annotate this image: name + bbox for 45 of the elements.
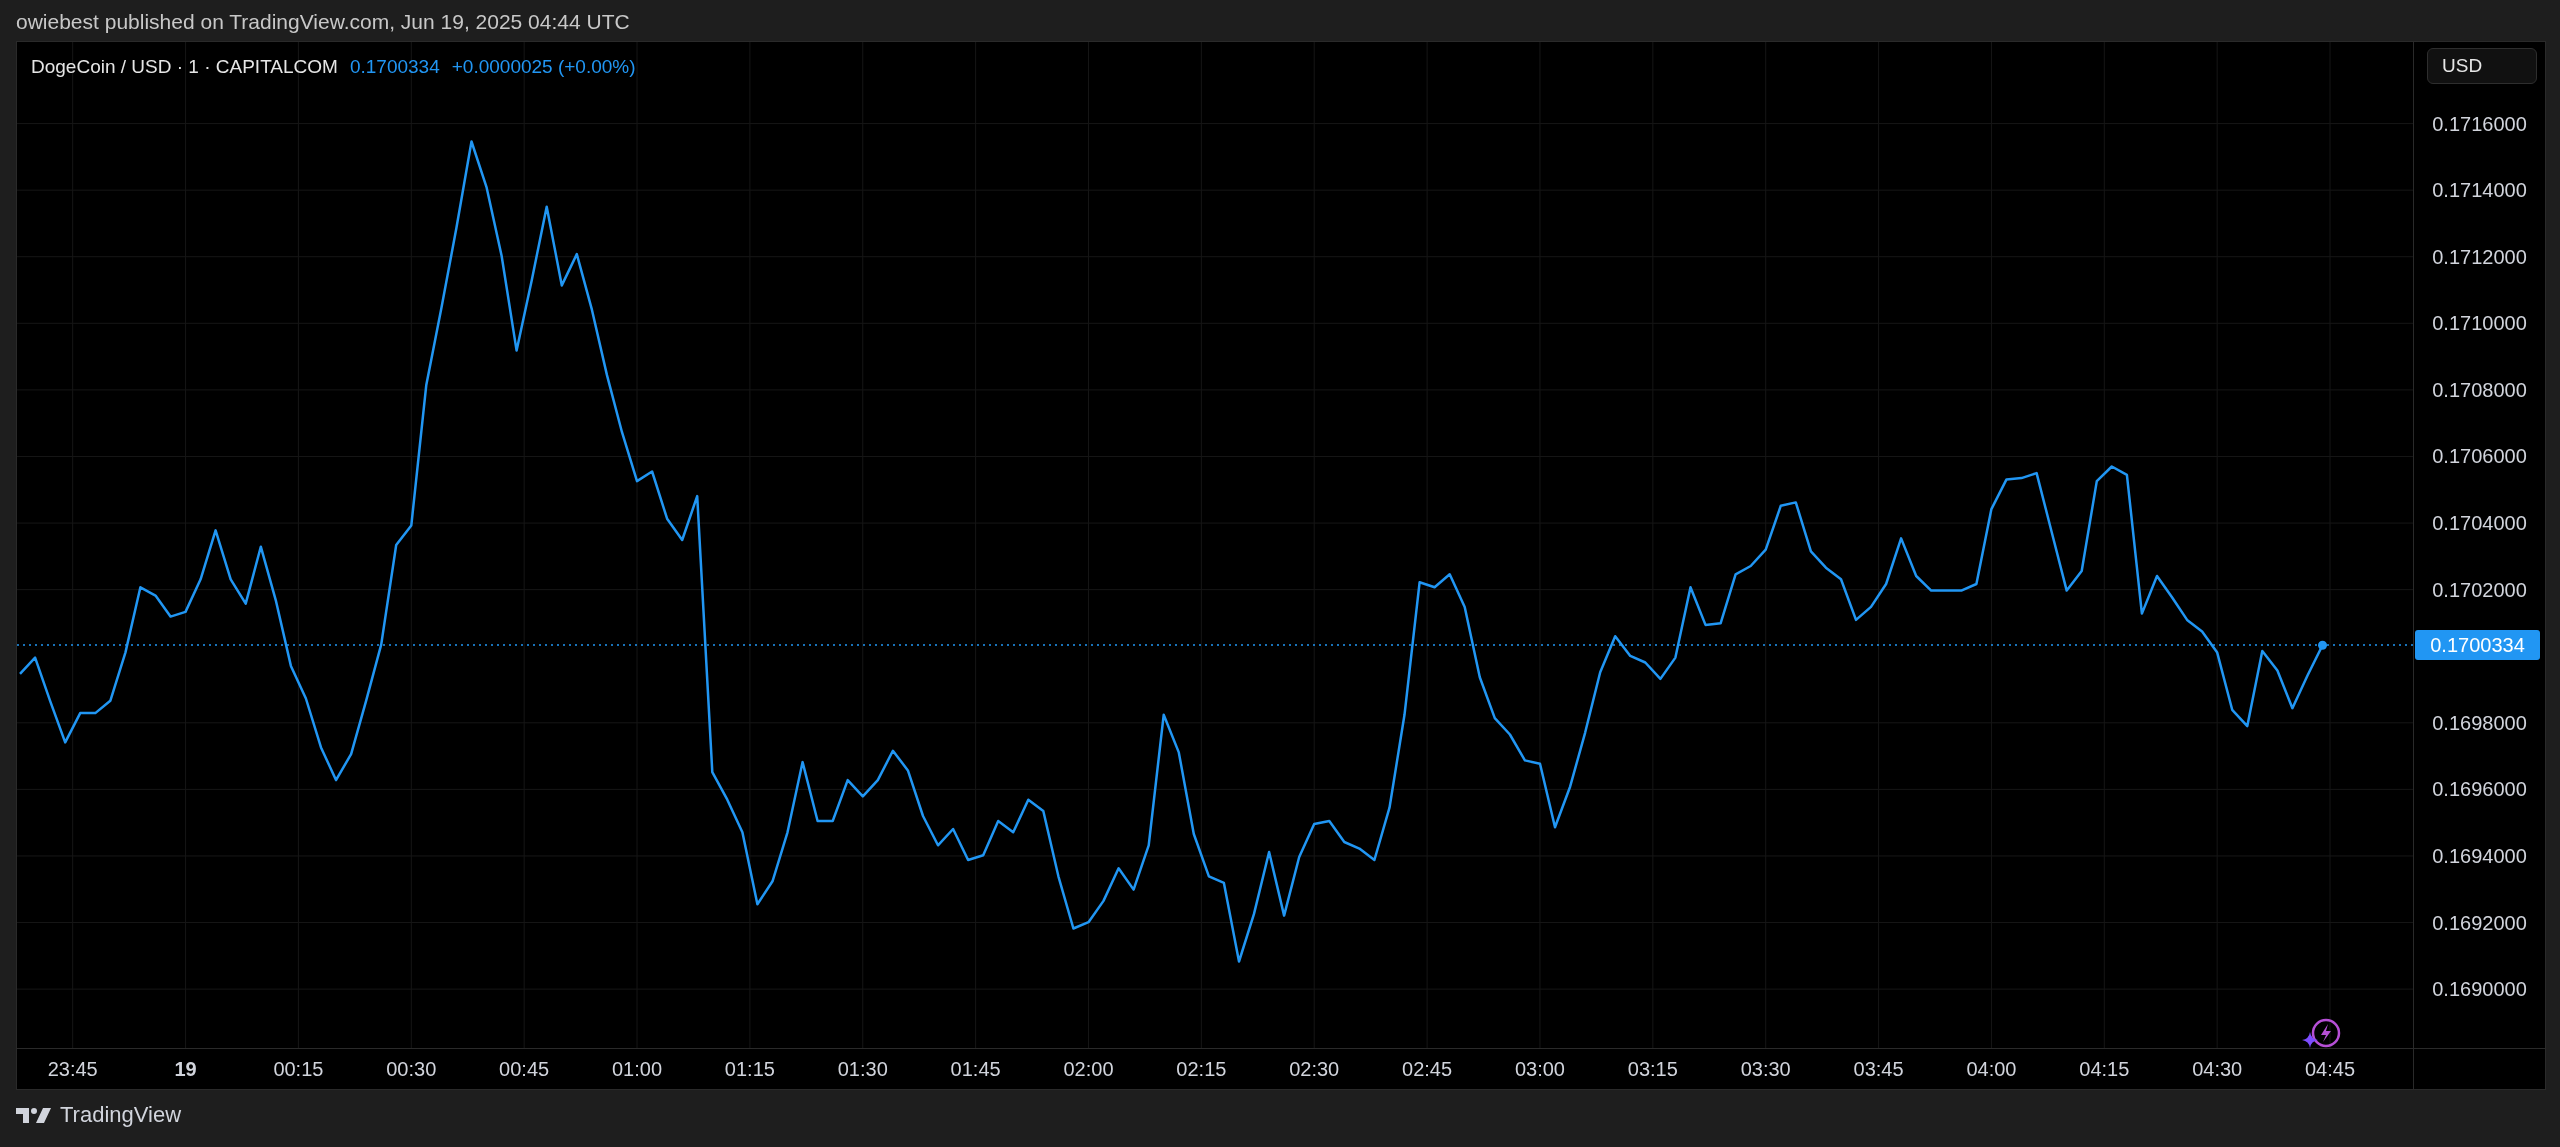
time-axis-label: 01:15 [724,1058,775,1080]
price-tag: 0.1700334 [2415,630,2540,661]
time-axis-label: 02:15 [1176,1058,1227,1080]
price-axis-label: 0.1704000 [2432,512,2527,535]
ref-line-label: 0.1700334 [2430,634,2525,657]
price-axis-label: 0.1692000 [2432,911,2527,934]
last-price-dot [2318,640,2327,650]
time-axis-label: 01:30 [837,1058,888,1080]
price-axis-label: 0.1698000 [2432,711,2527,734]
time-axis-label: 19 [174,1058,197,1080]
price-axis-label: 0.1690000 [2432,978,2527,1001]
time-axis-label: 00:15 [273,1058,324,1080]
price-axis-label: 0.1696000 [2432,778,2527,801]
time-axis-label: 04:00 [1966,1058,2017,1080]
price-axis-label: 0.1702000 [2432,578,2527,601]
price-change-text: +0.0000025 (+0.00%) [451,56,636,78]
time-axis-label: 02:00 [1063,1058,1114,1080]
price-axis-label: 0.1708000 [2432,378,2527,401]
time-axis-label: 03:45 [1853,1058,1904,1080]
currency-button[interactable]: USD [2427,48,2537,84]
time-axis-label: 04:45 [2305,1058,2356,1080]
price-axis-label: 0.1712000 [2432,245,2527,268]
price-axis-label: 0.1710000 [2432,312,2527,335]
last-price-text: 0.1700334 [349,56,440,78]
symbol-title: DogeCoin / USD · 1 · CAPITALCOM [31,56,338,78]
price-axis-label: 0.1706000 [2432,445,2527,468]
brand-name: TradingView [60,1102,182,1128]
price-axis-label: 0.1716000 [2432,112,2527,135]
price-axis-label: 0.1694000 [2432,844,2527,867]
time-axis-label: 01:45 [950,1058,1001,1080]
sparkle-lightning-icon[interactable] [2302,1018,2341,1048]
time-axis-label: 04:15 [2079,1058,2130,1080]
time-axis-label: 03:00 [1514,1058,1565,1080]
time-axis-label: 23:45 [47,1058,98,1080]
price-axis-label: 0.1714000 [2432,179,2527,202]
time-axis-label: 00:45 [499,1058,550,1080]
time-axis-label: 02:30 [1289,1058,1340,1080]
logo-icon [16,1105,52,1125]
time-axis-label: 04:30 [2192,1058,2243,1080]
time-axis-label: 03:15 [1627,1058,1678,1080]
time-axis-label: 02:45 [1402,1058,1453,1080]
time-axis-label: 03:30 [1740,1058,1791,1080]
time-axis-label: 01:00 [612,1058,663,1080]
attribution-text: owiebest published on TradingView.com, Jun 19, 2025 04:44 UTC [15,9,631,32]
time-axis-label: 00:30 [386,1058,437,1080]
